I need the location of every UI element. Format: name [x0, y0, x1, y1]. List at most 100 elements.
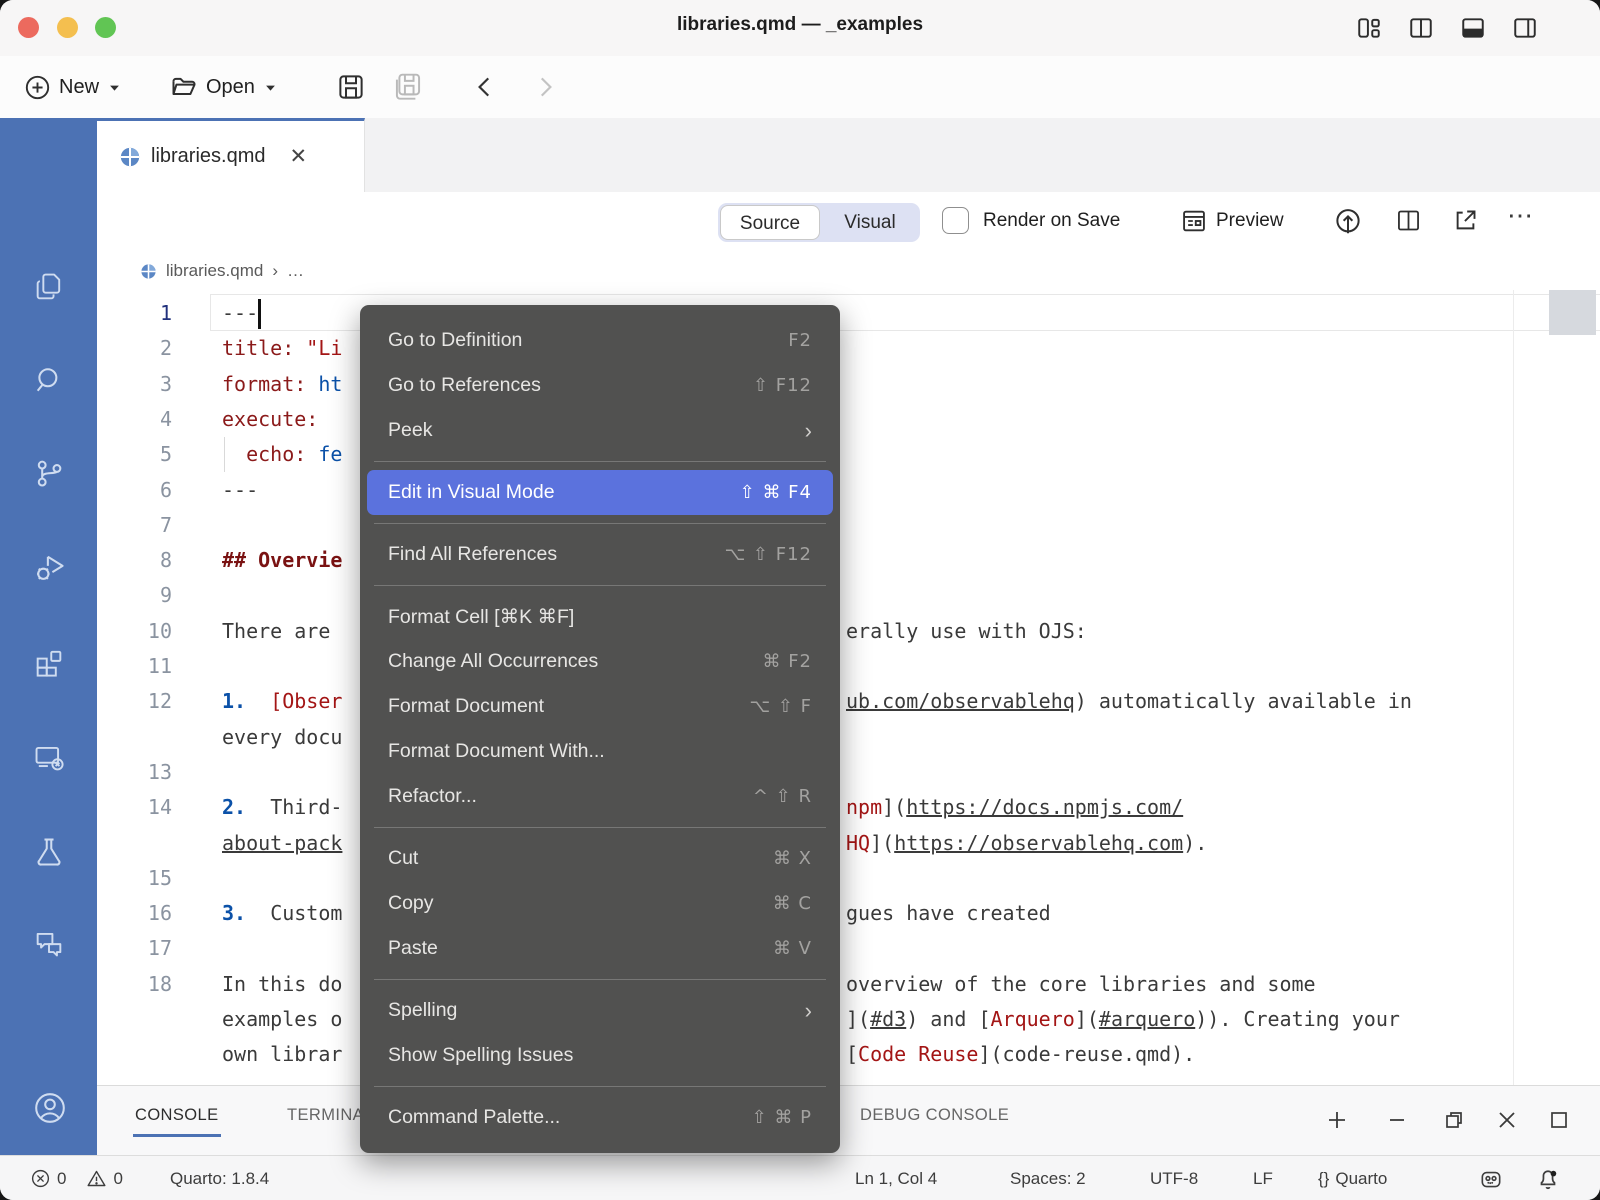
language-label: Quarto: [1335, 1169, 1387, 1189]
cursor-position-status[interactable]: Ln 1, Col 4: [855, 1156, 937, 1200]
save-button[interactable]: [336, 65, 366, 109]
menu-separator: [374, 979, 826, 980]
preview-label[interactable]: Preview: [1216, 210, 1284, 232]
back-button[interactable]: [472, 65, 498, 109]
menu-item-edit-in-visual-mode[interactable]: Edit in Visual Mode⇧ ⌘ F4: [367, 470, 833, 515]
customize-layout-icon[interactable]: [1356, 15, 1382, 41]
menu-item-format-document-with[interactable]: Format Document With...: [360, 729, 840, 774]
menu-item-format-cell-k-f[interactable]: Format Cell [⌘K ⌘F]: [360, 594, 840, 639]
feedback-icon[interactable]: [1478, 1156, 1504, 1200]
source-mode-button[interactable]: Source: [720, 205, 820, 240]
top-action-bar: New Open Search Python 3.12.1 (P: [0, 56, 1600, 119]
preview-icon[interactable]: [1180, 207, 1208, 235]
new-button[interactable]: New: [24, 65, 122, 109]
submenu-arrow-icon: ›: [805, 998, 812, 1024]
menu-shortcut: ⇧ F12: [753, 375, 812, 396]
line-number: 15: [112, 861, 172, 896]
testing-icon[interactable]: [32, 835, 66, 869]
menu-shortcut: ⌥ ⇧ F12: [724, 544, 812, 565]
remote-explorer-icon[interactable]: [32, 740, 66, 774]
panel-tab-console[interactable]: CONSOLE: [135, 1106, 219, 1125]
eol-label: LF: [1253, 1169, 1273, 1189]
menu-item-command-palette[interactable]: Command Palette...⇧ ⌘ P: [360, 1095, 840, 1140]
panel-tab-debug-console[interactable]: DEBUG CONSOLE: [860, 1106, 1009, 1125]
menu-separator: [374, 523, 826, 524]
menu-item-peek[interactable]: Peek›: [360, 408, 840, 453]
menu-item-paste[interactable]: Paste⌘ V: [360, 926, 840, 971]
breadcrumb-chevron: ›: [272, 261, 278, 281]
account-icon[interactable]: [32, 1090, 66, 1124]
menu-item-show-spelling-issues[interactable]: Show Spelling Issues: [360, 1033, 840, 1078]
explorer-icon[interactable]: [32, 270, 66, 304]
menu-item-go-to-references[interactable]: Go to References⇧ F12: [360, 363, 840, 408]
run-debug-icon[interactable]: [32, 550, 66, 584]
problems-status[interactable]: 0 0: [30, 1156, 123, 1200]
panel-add-icon[interactable]: [1325, 1108, 1349, 1132]
quarto-version-status[interactable]: Quarto: 1.8.4: [170, 1156, 269, 1200]
code-line: HQ](https://observablehq.com).: [846, 826, 1207, 861]
line-number: 9: [112, 578, 172, 613]
vertical-scrollbar[interactable]: [1549, 290, 1596, 335]
folder-open-icon: [170, 73, 198, 101]
open-button-label: Open: [206, 76, 255, 99]
notifications-bell-icon[interactable]: [1535, 1156, 1561, 1200]
menu-item-find-all-references[interactable]: Find All References⌥ ⇧ F12: [360, 532, 840, 577]
render-on-save-checkbox[interactable]: [942, 207, 969, 234]
language-mode-status[interactable]: {} Quarto: [1318, 1156, 1387, 1200]
split-editor-layout-icon[interactable]: [1408, 15, 1434, 41]
error-count: 0: [57, 1169, 66, 1189]
eol-status[interactable]: LF: [1253, 1156, 1273, 1200]
save-all-button[interactable]: [392, 65, 424, 109]
open-external-icon[interactable]: [1452, 207, 1480, 235]
extensions-icon[interactable]: [32, 645, 66, 679]
menu-shortcut: ⌘ V: [773, 938, 812, 959]
code-line: examples o: [222, 1002, 342, 1037]
forward-button[interactable]: [532, 65, 558, 109]
cursor-position-label: Ln 1, Col 4: [855, 1169, 937, 1189]
visual-mode-button[interactable]: Visual: [820, 212, 920, 234]
source-control-icon[interactable]: [32, 456, 66, 490]
more-actions-icon[interactable]: ⋯: [1507, 200, 1533, 231]
quarto-file-icon: [119, 146, 141, 168]
close-tab-icon[interactable]: ✕: [289, 144, 307, 169]
split-editor-icon[interactable]: [1395, 207, 1423, 235]
tab-libraries-qmd[interactable]: libraries.qmd ✕: [97, 118, 365, 192]
breadcrumb-file[interactable]: libraries.qmd: [166, 261, 263, 281]
breadcrumb[interactable]: libraries.qmd › …: [97, 252, 1600, 290]
line-number: 13: [112, 755, 172, 790]
menu-shortcut: ^ ⇧ R: [753, 786, 812, 807]
comments-icon[interactable]: [32, 926, 66, 960]
menu-item-go-to-definition[interactable]: Go to DefinitionF2: [360, 318, 840, 363]
open-button[interactable]: Open: [170, 65, 278, 109]
code-line: 1. [Obser: [222, 684, 342, 719]
panel-close-icon[interactable]: [1495, 1108, 1519, 1132]
panel-restore-icon[interactable]: [1442, 1108, 1466, 1132]
toggle-secondary-sidebar-icon[interactable]: [1512, 15, 1538, 41]
panel-maximize-icon[interactable]: [1547, 1108, 1571, 1132]
new-button-label: New: [59, 76, 99, 99]
panel-minimize-icon[interactable]: [1385, 1108, 1409, 1132]
indentation-label: Spaces: 2: [1010, 1169, 1086, 1189]
line-number: 4: [112, 402, 172, 437]
search-view-icon[interactable]: [32, 363, 66, 397]
menu-item-spelling[interactable]: Spelling›: [360, 988, 840, 1033]
indentation-status[interactable]: Spaces: 2: [1010, 1156, 1086, 1200]
menu-item-format-document[interactable]: Format Document⌥ ⇧ F: [360, 684, 840, 729]
warning-icon: [86, 1168, 107, 1189]
menu-item-copy[interactable]: Copy⌘ C: [360, 881, 840, 926]
line-number: 1: [112, 296, 172, 331]
code-editor[interactable]: 123456789101112131415161718 ---title: "L…: [97, 290, 1600, 1085]
line-number: 7: [112, 508, 172, 543]
menu-item-cut[interactable]: Cut⌘ X: [360, 836, 840, 881]
tab-label: libraries.qmd: [151, 145, 265, 168]
menu-shortcut: ⌘ F2: [762, 651, 812, 672]
toggle-panel-icon[interactable]: [1460, 15, 1486, 41]
breadcrumb-more[interactable]: …: [287, 261, 304, 281]
encoding-status[interactable]: UTF-8: [1150, 1156, 1198, 1200]
submenu-arrow-icon: ›: [805, 418, 812, 444]
line-number: 6: [112, 473, 172, 508]
render-document-icon[interactable]: [1333, 207, 1361, 235]
menu-item-change-all-occurrences[interactable]: Change All Occurrences⌘ F2: [360, 639, 840, 684]
menu-item-refactor[interactable]: Refactor...^ ⇧ R: [360, 774, 840, 819]
line-number: 12: [112, 684, 172, 719]
